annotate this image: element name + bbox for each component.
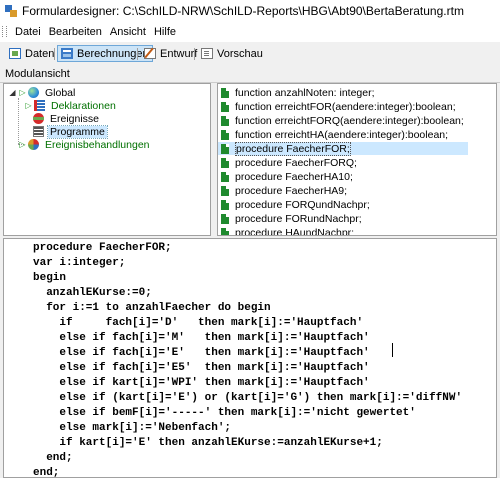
event-handlers-icon [28,139,39,150]
procedure-icon [221,115,229,126]
text-caret [392,343,393,357]
expand-arrow-icon[interactable]: ▷ [24,101,33,110]
code-line: anzahlEKurse:=0; [33,287,152,299]
code-line: if fach[i]='D' then mark[i]:='Hauptfach' [33,317,364,329]
menu-grip-icon [2,26,7,37]
code-line: for i:=1 to anzahlFaecher do begin [33,302,271,314]
code-line: else if fach[i]='E' then mark[i]:='Haupt… [33,347,370,359]
window-title: Formulardesigner: C:\SchILD-NRW\SchILD-R… [22,4,464,18]
code-line: end; [33,452,73,464]
list-item-label: function erreichtFOR(aendere:integer):bo… [235,100,456,113]
declarations-icon [34,100,45,111]
list-item-label: function anzahlNoten: integer; [235,86,375,99]
list-item[interactable]: procedure FaecherFORQ; [218,156,357,169]
tab-separator [54,48,55,60]
code-line: else if (kart[i]='E') or (kart[i]='G') t… [33,392,463,404]
menu-bearbeiten[interactable]: Bearbeiten [45,26,106,38]
tree-label-events: Ereignisse [50,112,100,125]
code-line: var i:integer; [33,257,126,269]
code-line: else if fach[i]='E5' then mark[i]:='Haup… [33,362,370,374]
list-item[interactable]: procedure FORundNachpr; [218,212,362,225]
code-line: else if fach[i]='M' then mark[i]:='Haupt… [33,332,370,344]
tree-item-programs[interactable]: Programme [33,124,108,139]
programs-icon [33,126,44,137]
procedure-list[interactable]: function anzahlNoten: integer; function … [217,83,497,236]
tree-label-declarations: Deklarationen [51,99,116,112]
preview-icon [201,48,213,59]
code-line: if kart[i]='E' then anzahlEKurse:=anzahl… [33,437,383,449]
list-item[interactable]: function erreichtFORQ(aendere:integer):b… [218,114,464,127]
tab-separator [137,48,138,60]
calculations-icon [61,48,73,59]
module-view-title: Modulansicht [5,68,70,80]
list-item-selected[interactable]: procedure FaecherFOR; [218,141,468,156]
title-bar: Formulardesigner: C:\SchILD-NRW\SchILD-R… [0,0,500,22]
list-item[interactable]: procedure FaecherHA9; [218,184,347,197]
events-icon [33,113,44,124]
tree-item-event-handlers[interactable]: ▷ Ereignisbehandlungen [18,138,152,151]
procedure-icon [221,171,229,182]
procedure-icon [221,129,229,140]
tab-daten[interactable]: Daten [5,45,58,62]
procedure-icon [221,227,229,235]
collapse-arrow-icon[interactable]: ◢ [8,88,17,97]
globe-icon [28,87,39,98]
data-icon [9,48,21,59]
code-editor[interactable]: procedure FaecherFOR; var i:integer; beg… [3,238,497,478]
procedure-icon [221,143,229,154]
tab-daten-label: Daten [25,47,55,60]
tab-vorschau-label: Vorschau [217,47,263,60]
menu-ansicht[interactable]: Ansicht [106,26,150,38]
list-item[interactable]: function erreichtFOR(aendere:integer):bo… [218,100,456,113]
list-item-label: procedure FORundNachpr; [235,212,362,225]
procedure-icon [221,185,229,196]
tab-separator [194,48,195,60]
list-item[interactable]: procedure HAundNachpr; [218,226,355,236]
procedure-icon [221,199,229,210]
list-item[interactable]: procedure FORQundNachpr; [218,198,370,211]
list-item-label: procedure FaecherFOR; [235,141,351,156]
list-item-label: procedure FORQundNachpr; [235,198,370,211]
list-item[interactable]: function anzahlNoten: integer; [218,86,375,99]
tree-item-events[interactable]: Ereignisse [33,112,101,125]
procedure-icon [221,157,229,168]
app-icon [5,5,17,17]
draft-icon [144,48,156,59]
procedure-icon [221,87,229,98]
tree-item-declarations[interactable]: ▷ Deklarationen [24,99,118,112]
code-line: end; [33,467,60,478]
menu-datei[interactable]: Datei [11,26,45,38]
code-line: else mark[i]:='Nebenfach'; [33,422,232,434]
tree-label-programs: Programme [47,124,108,139]
code-line: else if kart[i]='WPI' then mark[i]:='Hau… [33,377,370,389]
module-tree[interactable]: ◢ ▷ Global ▷ Deklarationen Ereignisse Pr… [3,83,211,236]
menu-hilfe[interactable]: Hilfe [150,26,180,38]
list-item-label: procedure HAundNachpr; [235,226,355,236]
list-item-label: function erreichtHA(aendere:integer):boo… [235,128,449,141]
code-line: begin [33,272,67,284]
procedure-icon [221,101,229,112]
expand-arrow-icon[interactable]: ▷ [18,140,27,149]
tab-entwurf-label: Entwurf [160,47,198,60]
procedure-icon [221,213,229,224]
menu-bar: Datei Bearbeiten Ansicht Hilfe [0,22,500,41]
code-line: procedure FaecherFOR; [33,242,172,254]
list-item[interactable]: procedure FaecherHA10; [218,170,353,183]
tree-label-global: Global [45,86,76,99]
list-item-label: function erreichtFORQ(aendere:integer):b… [235,114,464,127]
tree-label-event-handlers: Ereignisbehandlungen [45,138,150,151]
list-item-label: procedure FaecherHA9; [235,184,348,197]
tab-vorschau[interactable]: Vorschau [197,45,267,62]
tab-berechnungen[interactable]: Berechnungen [57,45,153,62]
tree-item-global[interactable]: ◢ ▷ Global [8,86,77,99]
list-item-label: procedure FaecherFORQ; [235,156,357,169]
tab-entwurf[interactable]: Entwurf [140,45,201,62]
module-view-header: Modulansicht [0,66,500,83]
code-line: else if bemF[i]='-----' then mark[i]:='n… [33,407,416,419]
list-item-label: procedure FaecherHA10; [235,170,353,183]
view-tabs: Daten Berechnungen Entwurf Vorschau [0,41,500,67]
list-item[interactable]: function erreichtHA(aendere:integer):boo… [218,128,448,141]
expanded-arrow-icon: ▷ [19,88,26,97]
